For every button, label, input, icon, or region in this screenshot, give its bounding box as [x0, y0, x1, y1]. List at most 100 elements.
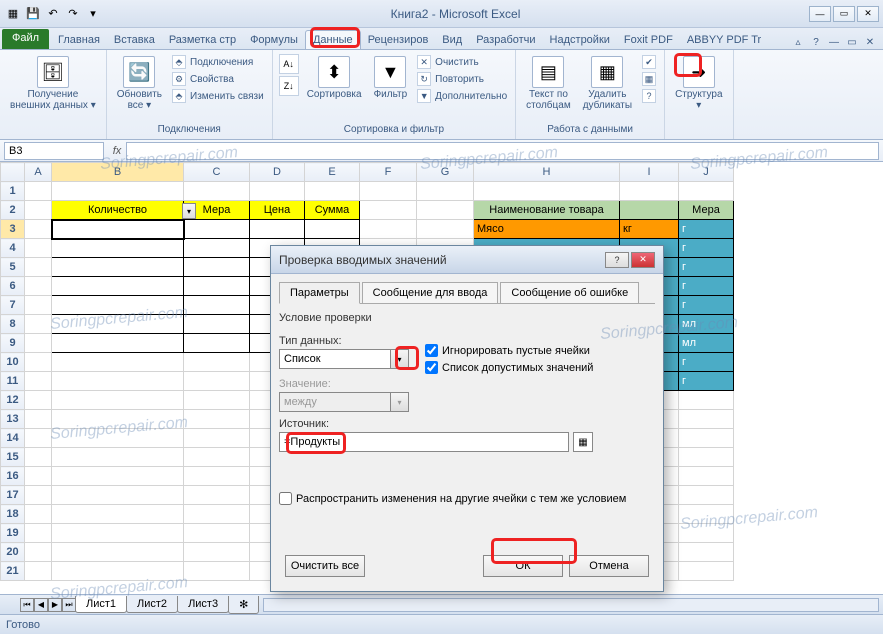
tab-review[interactable]: Рецензиров: [361, 31, 436, 49]
ok-button[interactable]: ОК: [483, 555, 563, 577]
database-icon: 🗄: [37, 56, 69, 88]
data-combo: между ▾: [279, 392, 409, 412]
range-selector-button[interactable]: ▦: [573, 432, 593, 452]
titlebar: ▦ 💾 ↶ ↷ ▾ Книга2 - Microsoft Excel — ▭ ✕: [0, 0, 883, 28]
dialog-tab-input-message[interactable]: Сообщение для ввода: [362, 282, 499, 304]
ribbon: 🗄 Получение внешних данных ▾ 🔄 Обновить …: [0, 50, 883, 140]
ribbon-minimize-icon[interactable]: ▵: [791, 35, 805, 49]
advanced-filter-button[interactable]: ▼Дополнительно: [415, 88, 509, 104]
sheet-tab-1[interactable]: Лист1: [75, 596, 127, 613]
sheet-nav-prev[interactable]: ◀: [34, 598, 48, 612]
reapply-button[interactable]: ↻Повторить: [415, 71, 509, 87]
tab-view[interactable]: Вид: [435, 31, 469, 49]
dialog-help-button[interactable]: ?: [605, 252, 629, 268]
sort-desc-icon[interactable]: Z↓: [279, 76, 299, 96]
group-label-data-tools: Работа с данными: [522, 124, 658, 137]
tab-pagelayout[interactable]: Разметка стр: [162, 31, 243, 49]
filter-icon: ▼: [374, 56, 406, 88]
help-icon[interactable]: ?: [809, 35, 823, 49]
group-label-sort-filter: Сортировка и фильтр: [279, 124, 509, 137]
sheet-tab-2[interactable]: Лист2: [126, 596, 178, 613]
close-button[interactable]: ✕: [857, 6, 879, 22]
clear-filter-button[interactable]: ✕Очистить: [415, 54, 509, 70]
cell-dropdown-button[interactable]: ▾: [182, 203, 196, 219]
sort-button[interactable]: ⬍ Сортировка: [303, 54, 366, 102]
doc-close-icon[interactable]: ✕: [863, 35, 877, 49]
formula-bar-row: B3 fx: [0, 140, 883, 162]
sort-icon: ⬍: [318, 56, 350, 88]
maximize-button[interactable]: ▭: [833, 6, 855, 22]
remove-duplicates-button[interactable]: ▦ Удалить дубликаты: [579, 54, 636, 113]
properties-button[interactable]: ⚙Свойства: [170, 71, 266, 87]
undo-icon[interactable]: ↶: [44, 5, 62, 23]
data-validation-button[interactable]: ✔: [640, 54, 658, 70]
excel-icon[interactable]: ▦: [4, 5, 22, 23]
text-to-columns-button[interactable]: ▤ Текст по столбцам: [522, 54, 575, 113]
window-controls: — ▭ ✕: [809, 6, 879, 22]
ignore-blank-checkbox[interactable]: Игнорировать пустые ячейки: [425, 344, 593, 357]
source-input[interactable]: =Продукты: [279, 432, 569, 452]
name-box[interactable]: B3: [4, 142, 104, 160]
get-external-data-button[interactable]: 🗄 Получение внешних данных ▾: [6, 54, 100, 113]
apply-changes-checkbox[interactable]: Распространить изменения на другие ячейк…: [279, 492, 655, 505]
sheet-nav-first[interactable]: ⏮: [20, 598, 34, 612]
status-bar: Готово: [0, 614, 883, 634]
qat-more-icon[interactable]: ▾: [84, 5, 102, 23]
source-label: Источник:: [279, 418, 655, 430]
data-validation-dialog: Проверка вводимых значений ? ✕ Параметры…: [270, 245, 664, 592]
whatif-icon: ?: [642, 89, 656, 103]
formula-bar[interactable]: [126, 142, 879, 160]
in-cell-dropdown-checkbox[interactable]: Список допустимых значений: [425, 361, 593, 374]
fx-icon[interactable]: fx: [108, 142, 126, 160]
dialog-close-button[interactable]: ✕: [631, 252, 655, 268]
doc-restore-icon[interactable]: ▭: [845, 35, 859, 49]
advanced-icon: ▼: [417, 89, 431, 103]
dialog-tab-error-alert[interactable]: Сообщение об ошибке: [500, 282, 639, 304]
save-icon[interactable]: 💾: [24, 5, 42, 23]
combo-arrow-icon[interactable]: ▾: [390, 350, 408, 368]
file-tab[interactable]: Файл: [2, 29, 49, 49]
doc-minimize-icon[interactable]: —: [827, 35, 841, 49]
redo-icon[interactable]: ↷: [64, 5, 82, 23]
group-label-connections: Подключения: [113, 124, 266, 137]
ribbon-tabs: Файл Главная Вставка Разметка стр Формул…: [0, 28, 883, 50]
tab-addins[interactable]: Надстройки: [543, 31, 617, 49]
sheet-nav-next[interactable]: ▶: [48, 598, 62, 612]
refresh-icon: 🔄: [123, 56, 155, 88]
consolidate-button[interactable]: ▦: [640, 71, 658, 87]
dialog-titlebar[interactable]: Проверка вводимых значений ? ✕: [271, 246, 663, 274]
dialog-title-text: Проверка вводимых значений: [279, 253, 447, 267]
edit-links-button[interactable]: ⬘Изменить связи: [170, 88, 266, 104]
sheet-tab-3[interactable]: Лист3: [177, 596, 229, 613]
dialog-tab-settings[interactable]: Параметры: [279, 282, 360, 304]
clear-all-button[interactable]: Очистить все: [285, 555, 365, 577]
allow-combo[interactable]: Список ▾: [279, 349, 409, 369]
tab-data[interactable]: Данные: [305, 30, 361, 49]
sort-asc-icon[interactable]: A↓: [279, 54, 299, 74]
refresh-all-button[interactable]: 🔄 Обновить все ▾: [113, 54, 166, 113]
connections-button[interactable]: ⬘Подключения: [170, 54, 266, 70]
clear-icon: ✕: [417, 55, 431, 69]
whatif-button[interactable]: ?: [640, 88, 658, 104]
combo-arrow-icon: ▾: [390, 393, 408, 411]
consolidate-icon: ▦: [642, 72, 656, 86]
tab-insert[interactable]: Вставка: [107, 31, 162, 49]
validation-criteria-label: Условие проверки: [279, 312, 655, 324]
data-label: Значение:: [279, 378, 655, 390]
new-sheet-button[interactable]: ✻: [228, 596, 259, 614]
outline-button[interactable]: ➜ Структура ▾: [671, 54, 726, 113]
filter-button[interactable]: ▼ Фильтр: [370, 54, 412, 102]
tab-abbyy[interactable]: ABBYY PDF Tr: [680, 31, 768, 49]
minimize-button[interactable]: —: [809, 6, 831, 22]
outline-icon: ➜: [683, 56, 715, 88]
cancel-button[interactable]: Отмена: [569, 555, 649, 577]
sheet-nav-last[interactable]: ⏭: [62, 598, 76, 612]
sheet-tabs: ⏮ ◀ ▶ ⏭ Лист1 Лист2 Лист3 ✻: [0, 594, 883, 614]
edit-links-icon: ⬘: [172, 89, 186, 103]
horizontal-scrollbar[interactable]: [263, 598, 879, 612]
reapply-icon: ↻: [417, 72, 431, 86]
tab-foxit[interactable]: Foxit PDF: [617, 31, 680, 49]
tab-developer[interactable]: Разработчи: [469, 31, 542, 49]
tab-home[interactable]: Главная: [51, 31, 107, 49]
tab-formulas[interactable]: Формулы: [243, 31, 305, 49]
